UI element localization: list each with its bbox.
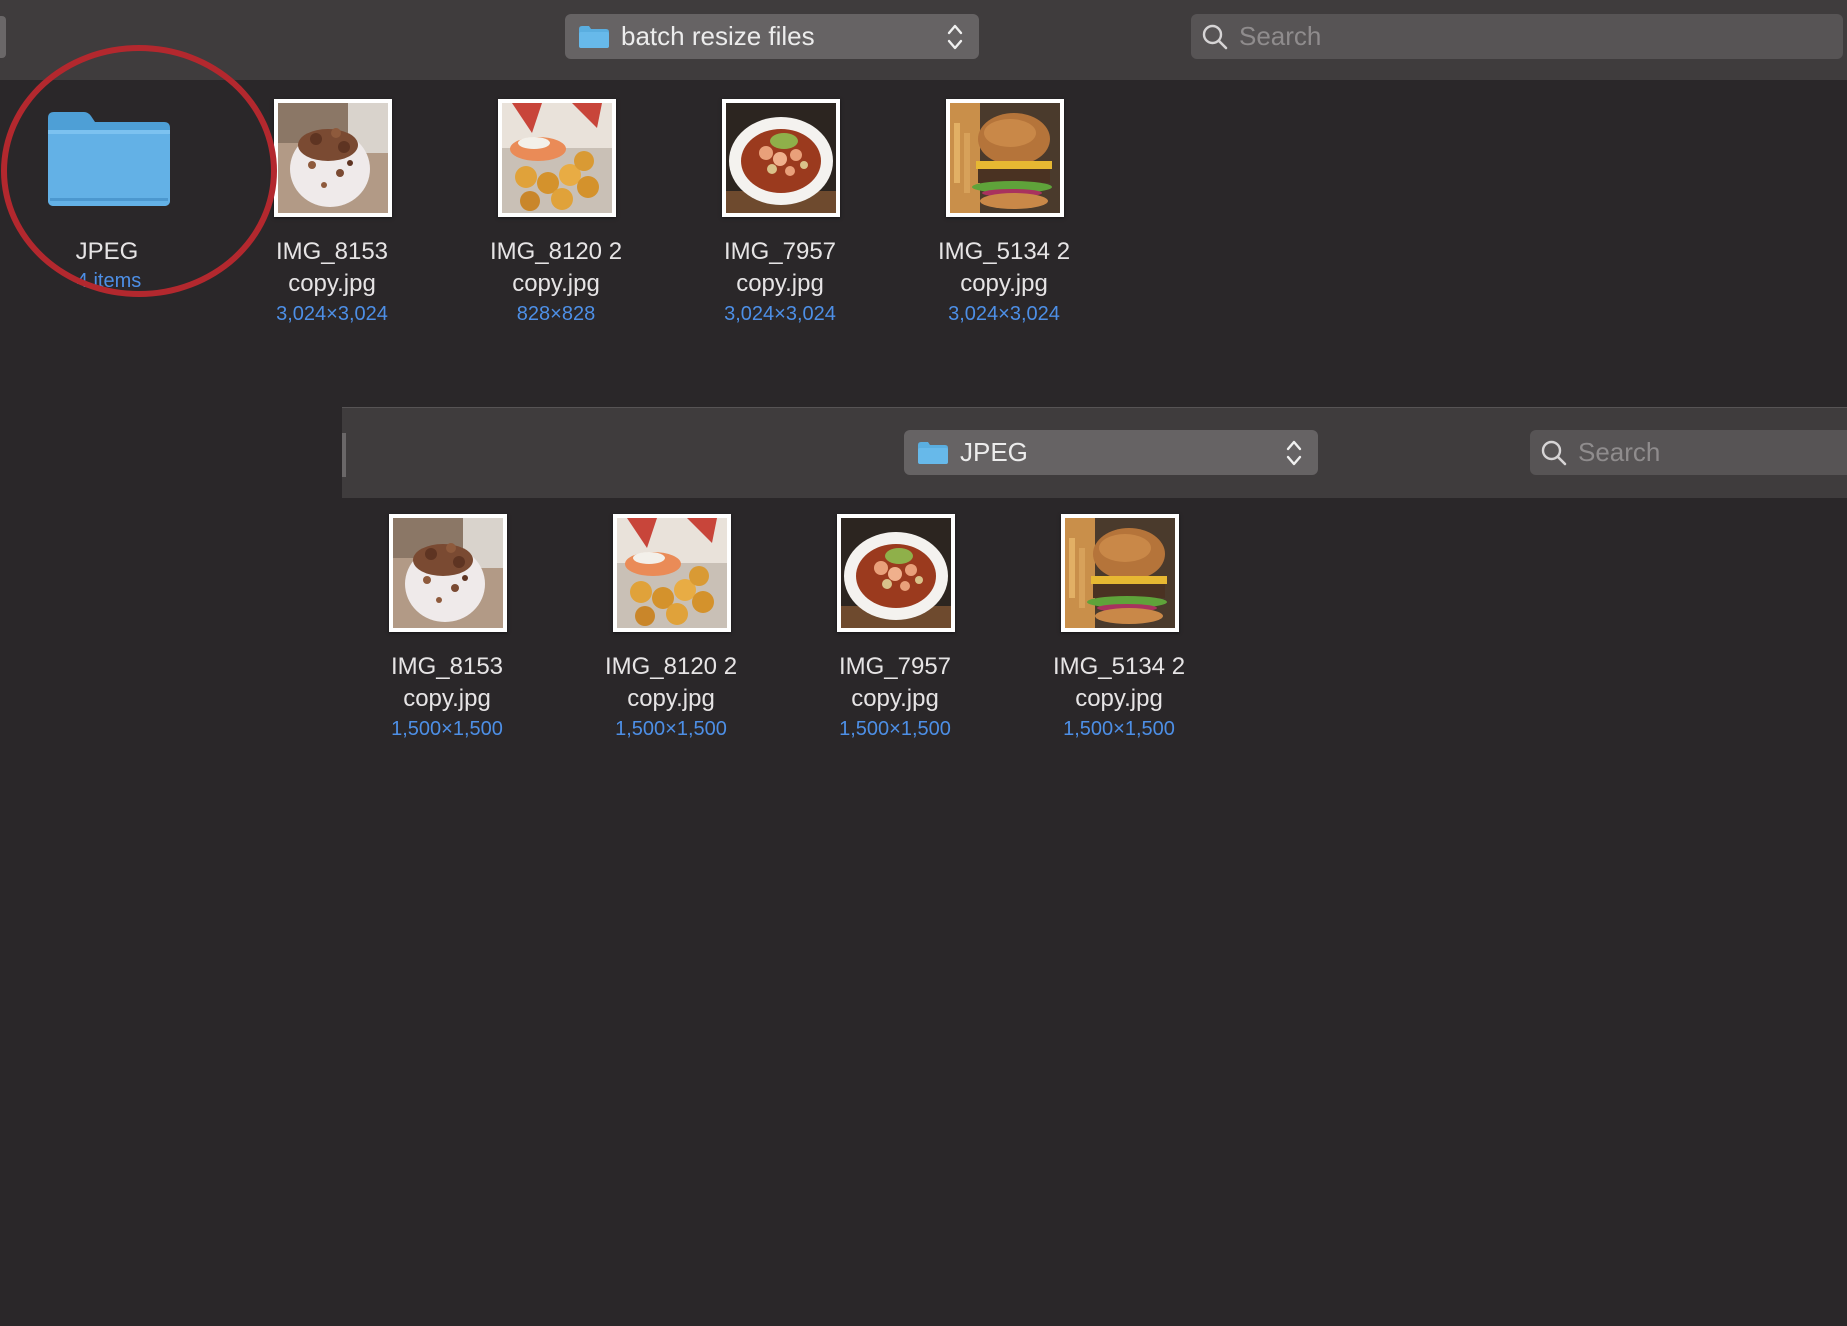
folder-icon <box>918 442 948 464</box>
item-dimensions: 828×828 <box>516 303 596 325</box>
folder-icon <box>579 26 609 48</box>
finder-toolbar: JPEG Search <box>342 407 1847 498</box>
item-name-line2: copy.jpg <box>288 270 376 297</box>
search-placeholder: Search <box>1578 437 1661 467</box>
path-popup-button[interactable]: batch resize files <box>565 14 979 59</box>
item-name: IMG_7957 copy.jpg <box>800 651 990 715</box>
image-thumbnail <box>613 514 731 632</box>
chevron-up-down-icon <box>1282 437 1306 469</box>
item-name-line1: IMG_7957 <box>723 238 837 265</box>
item-name-line2: copy.jpg <box>736 270 824 297</box>
item-name-line1: IMG_5134 2 <box>937 238 1071 265</box>
item-name: IMG_5134 2 copy.jpg <box>1024 651 1214 715</box>
item-dimensions: 3,024×3,024 <box>724 303 836 325</box>
finder-toolbar: batch resize files Search <box>0 0 1847 80</box>
image-thumbnail <box>274 99 392 217</box>
image-thumbnail <box>946 99 1064 217</box>
item-name: IMG_8153 copy.jpg <box>237 236 427 300</box>
item-name-line2: copy.jpg <box>1075 685 1163 712</box>
search-input[interactable]: Search <box>1191 14 1843 59</box>
path-popup-button[interactable]: JPEG <box>904 430 1318 475</box>
image-thumbnail <box>498 99 616 217</box>
item-dimensions: 1,500×1,500 <box>839 718 951 740</box>
image-thumbnail <box>722 99 840 217</box>
item-name-line2: copy.jpg <box>851 685 939 712</box>
path-popup-label: JPEG <box>960 437 1028 467</box>
item-dimensions: 1,500×1,500 <box>391 718 503 740</box>
item-name: IMG_8120 2 copy.jpg <box>461 236 651 300</box>
toolbar-edge-button[interactable] <box>342 433 346 477</box>
search-icon <box>1540 439 1568 467</box>
item-name: IMG_7957 copy.jpg <box>685 236 875 300</box>
item-name-line1: IMG_8120 2 <box>604 653 738 680</box>
item-name-line2: copy.jpg <box>960 270 1048 297</box>
search-icon <box>1201 23 1229 51</box>
search-placeholder: Search <box>1239 21 1322 51</box>
toolbar-edge-button[interactable] <box>0 16 6 58</box>
item-name-line1: IMG_8153 <box>275 238 389 265</box>
item-dimensions: 3,024×3,024 <box>948 303 1060 325</box>
image-thumbnail <box>837 514 955 632</box>
finder-window-jpeg: JPEG Search IMG_8153 copy.jpg 1,500×1,50… <box>342 407 1847 1326</box>
image-thumbnail <box>389 514 507 632</box>
item-dimensions: 1,500×1,500 <box>615 718 727 740</box>
item-dimensions: 1,500×1,500 <box>1063 718 1175 740</box>
item-name-line1: IMG_8120 2 <box>489 238 623 265</box>
item-name-line2: copy.jpg <box>627 685 715 712</box>
item-dimensions: 3,024×3,024 <box>276 303 388 325</box>
item-name-line2: copy.jpg <box>403 685 491 712</box>
item-name: IMG_8120 2 copy.jpg <box>576 651 766 715</box>
item-name-line1: IMG_8153 <box>390 653 504 680</box>
item-name-line2: copy.jpg <box>512 270 600 297</box>
chevron-up-down-icon <box>943 21 967 53</box>
item-name-line1: IMG_7957 <box>838 653 952 680</box>
image-thumbnail <box>1061 514 1179 632</box>
item-name: IMG_8153 copy.jpg <box>352 651 542 715</box>
path-popup-label: batch resize files <box>621 21 815 51</box>
item-name-line1: IMG_5134 2 <box>1052 653 1186 680</box>
search-input[interactable]: Search <box>1530 430 1847 475</box>
item-name: IMG_5134 2 copy.jpg <box>909 236 1099 300</box>
annotation-circle <box>1 45 277 297</box>
